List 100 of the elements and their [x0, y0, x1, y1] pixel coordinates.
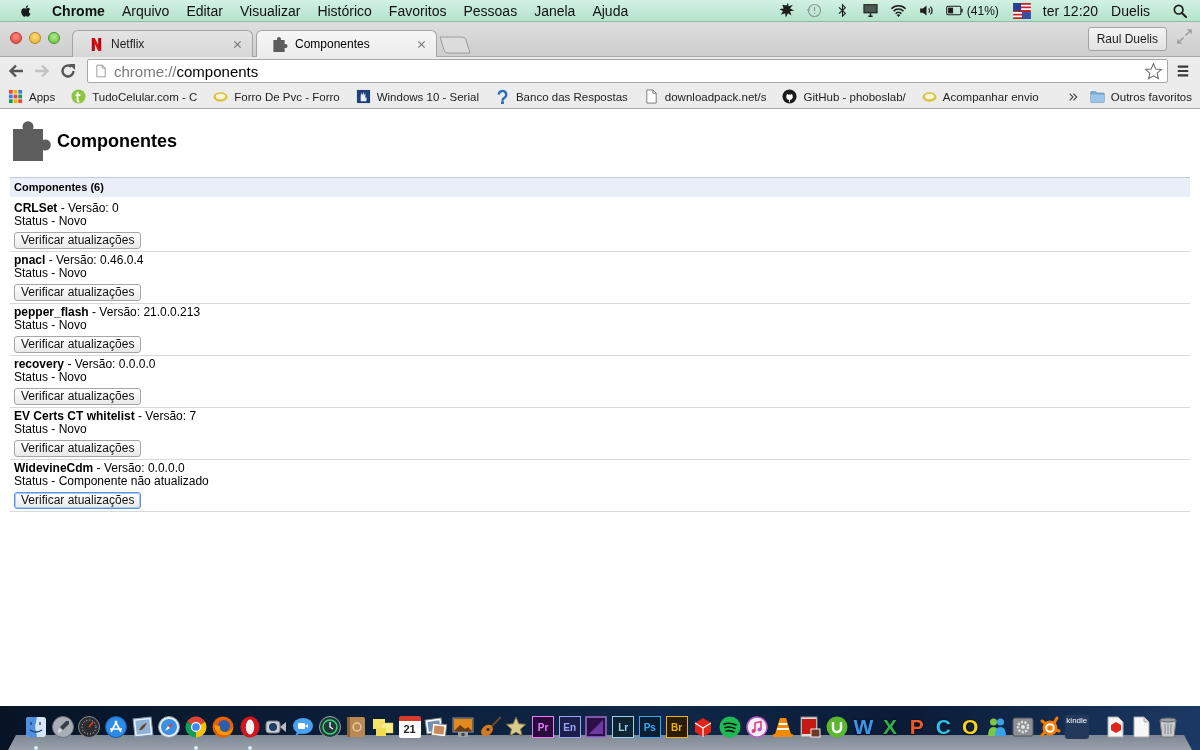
tab[interactable]: Componentes: [256, 30, 437, 57]
gauge-icon[interactable]: [77, 715, 102, 739]
battery-percentage: (41%): [966, 3, 999, 18]
check-updates-button[interactable]: Verificar atualizações: [14, 284, 142, 301]
bird-photo-icon[interactable]: [130, 715, 155, 739]
app-button[interactable]: C: [935, 715, 951, 739]
bookmark[interactable]: Apps: [8, 89, 56, 104]
bars-logo-icon: [89, 36, 104, 52]
menu-item[interactable]: Visualizar: [239, 2, 301, 19]
component-status: Status - Componente não atualizado: [14, 475, 209, 488]
component-status: Status - Novo: [14, 215, 87, 228]
flag-icon[interactable]: [1012, 2, 1031, 19]
bookmark[interactable]: downloadpack.net/s: [643, 89, 767, 104]
star-icon[interactable]: [1144, 61, 1163, 81]
app-button[interactable]: kindle: [1064, 715, 1089, 739]
compass-icon[interactable]: [157, 715, 182, 739]
component-status: Status - Novo: [14, 319, 87, 332]
user-menu[interactable]: Duelis: [1111, 2, 1150, 19]
menu-item[interactable]: Arquivo: [121, 2, 170, 19]
page-icon: [96, 64, 106, 78]
check-updates-button[interactable]: Verificar atualizações: [14, 440, 142, 457]
puzzle-icon: [13, 121, 51, 161]
hand-logo-icon: [355, 89, 371, 104]
star-icon[interactable]: [504, 715, 529, 739]
chat-bubble-icon[interactable]: [290, 715, 315, 739]
page-icon: [643, 89, 659, 104]
photos-icon[interactable]: [424, 715, 449, 739]
monitor-icon[interactable]: [861, 2, 879, 19]
cat-icon: [782, 89, 798, 104]
disc-icon: [921, 89, 937, 104]
puzzle-icon: [273, 36, 288, 52]
splat-icon[interactable]: [777, 2, 795, 19]
gear-icon[interactable]: [1011, 715, 1036, 739]
menu-item[interactable]: Histórico: [317, 2, 372, 19]
close-icon[interactable]: [417, 39, 426, 49]
sound-waves-icon[interactable]: [717, 715, 742, 739]
calendar-button[interactable]: 21: [398, 716, 421, 738]
app-button[interactable]: Pr: [532, 716, 555, 738]
bookmark[interactable]: Acompanhar envio: [921, 89, 1039, 104]
photo-screen-icon[interactable]: [451, 715, 475, 739]
grid-icon: [8, 89, 23, 104]
menu-item[interactable]: Favoritos: [388, 2, 447, 19]
app-button[interactable]: P: [909, 715, 924, 739]
check-updates-button[interactable]: Verificar atualizações: [14, 232, 142, 249]
check-updates-button[interactable]: Verificar atualizações: [14, 492, 142, 509]
globe-icon[interactable]: [210, 715, 235, 739]
app-button[interactable]: En: [558, 716, 581, 738]
app-button[interactable]: Ps: [638, 716, 661, 738]
app-button[interactable]: Lr: [612, 716, 635, 738]
menu-icon[interactable]: [1176, 64, 1190, 78]
app-menu[interactable]: Chrome: [52, 2, 105, 19]
folder-icon: [1089, 89, 1105, 104]
bookmark[interactable]: TudoCelular.com - C: [71, 89, 198, 104]
round-badge-icon: [71, 89, 87, 104]
check-updates-button[interactable]: Verificar atualizações: [14, 388, 142, 405]
component-title: CRLSet - Versão: 0: [14, 202, 119, 215]
component-title: EV Certs CT whitelist - Versão: 7: [14, 410, 197, 423]
page-title: Componentes: [57, 130, 177, 152]
close-window-button[interactable]: [10, 32, 22, 44]
bookmark[interactable]: Windows 10 - Serial: [355, 89, 479, 104]
clock-icon[interactable]: [317, 715, 342, 739]
menu-item[interactable]: Janela: [534, 2, 576, 19]
component-status: Status - Novo: [14, 371, 87, 384]
triangle-tile-icon[interactable]: [584, 715, 609, 739]
check-updates-button[interactable]: Verificar atualizações: [14, 336, 142, 353]
music-note-icon[interactable]: [744, 715, 769, 739]
bookmark[interactable]: GitHub - phoboslab/: [782, 89, 906, 104]
app-button[interactable]: Br: [665, 716, 688, 738]
app-button[interactable]: O: [961, 715, 979, 739]
menu-item[interactable]: Pessoas: [463, 2, 518, 19]
app-button[interactable]: W: [853, 715, 874, 739]
face-icon[interactable]: [24, 715, 48, 739]
horseshoe-icon[interactable]: [824, 715, 849, 739]
back-icon[interactable]: [8, 63, 24, 79]
tab[interactable]: Netflix: [72, 30, 253, 57]
component-title: pnacl - Versão: 0.46.0.4: [14, 254, 144, 267]
address-field[interactable]: chrome://components: [87, 59, 1168, 83]
splat-icon[interactable]: [1038, 715, 1063, 739]
reload-icon[interactable]: [60, 63, 76, 79]
section-header: Componentes (6): [10, 177, 1190, 197]
bookmark-folder[interactable]: Outros favoritos: [1089, 89, 1192, 104]
chevron-icon[interactable]: [1067, 91, 1078, 102]
traffic-cone-icon[interactable]: [771, 715, 796, 739]
segmented-circle-icon[interactable]: [184, 715, 209, 739]
component-status: Status - Novo: [14, 267, 87, 280]
disc-icon: [213, 89, 229, 104]
component-status: Status - Novo: [14, 423, 87, 436]
photo-stack-icon[interactable]: [797, 715, 822, 739]
profile-button[interactable]: Raul Duelis: [1087, 27, 1167, 51]
wifi-icon[interactable]: [889, 2, 907, 19]
menu-item[interactable]: Editar: [186, 2, 223, 19]
bookmark[interactable]: Forro De Pvc - Forro: [213, 89, 340, 104]
menu-item[interactable]: Ajuda: [592, 2, 629, 19]
app-button[interactable]: X: [883, 715, 897, 739]
search-icon[interactable]: [1172, 2, 1188, 19]
clock[interactable]: ter 12:20: [1042, 2, 1099, 19]
tools-icon[interactable]: [104, 715, 129, 739]
bookmark[interactable]: Banco das Respostas: [494, 89, 628, 104]
close-icon[interactable]: [233, 39, 242, 49]
pencil-icon[interactable]: [50, 715, 75, 739]
